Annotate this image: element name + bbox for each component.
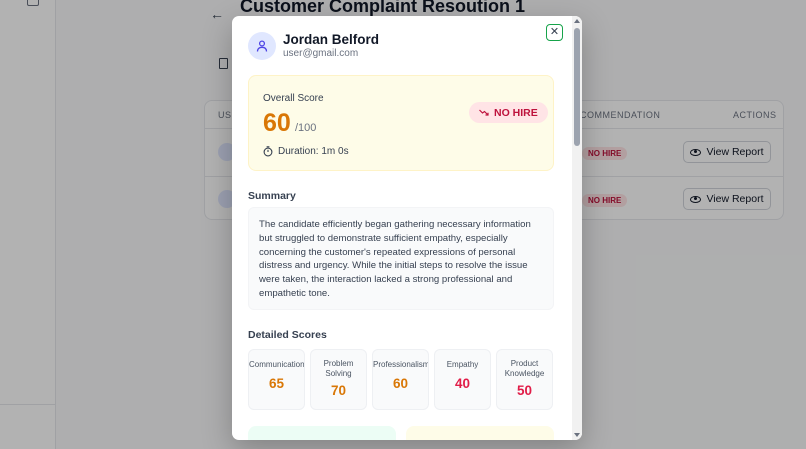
summary-text: The candidate efficiently began gatherin… bbox=[248, 207, 554, 310]
scroll-down-icon[interactable] bbox=[574, 433, 580, 437]
duration-row: Duration: 1m 0s bbox=[263, 146, 349, 157]
score-tile-label: Problem Solving bbox=[323, 359, 354, 378]
stopwatch-icon bbox=[263, 146, 273, 157]
score-tile-value: 70 bbox=[330, 383, 347, 398]
user-email: user@gmail.com bbox=[283, 48, 359, 59]
scroll-thumb[interactable] bbox=[574, 28, 580, 146]
user-icon bbox=[256, 40, 268, 52]
score-tile-value: 60 bbox=[392, 376, 409, 391]
score-tile-problem-solving: Problem Solving 70 bbox=[310, 349, 367, 410]
recommendation-badge: NO HIRE bbox=[469, 102, 548, 123]
duration-text: Duration: 1m 0s bbox=[278, 146, 349, 157]
score-tile-label: Product Knowledge bbox=[504, 359, 545, 378]
user-avatar bbox=[248, 32, 276, 60]
report-modal: ✕ Jordan Belford user@gmail.com Overall … bbox=[232, 16, 582, 440]
detailed-scores-title: Detailed Scores bbox=[248, 329, 327, 341]
strengths-card bbox=[248, 426, 396, 440]
score-tile-value: 40 bbox=[454, 376, 471, 391]
score-tile-professionalism: Professionalism 60 bbox=[372, 349, 429, 410]
score-tile-product-knowledge: Product Knowledge 50 bbox=[496, 349, 553, 410]
overall-score-value: 60 bbox=[263, 109, 291, 137]
modal-scrollbar[interactable] bbox=[572, 16, 582, 440]
improvements-card bbox=[406, 426, 554, 440]
overall-score-max: /100 bbox=[295, 122, 317, 134]
overall-score-label: Overall Score bbox=[263, 93, 324, 104]
overall-score-card: Overall Score 60 /100 Duration: 1m 0s NO… bbox=[248, 75, 554, 171]
score-tile-label: Professionalism bbox=[373, 360, 429, 369]
user-name: Jordan Belford bbox=[283, 32, 380, 47]
score-tile-label: Communication bbox=[249, 360, 305, 369]
score-tile-label: Empathy bbox=[446, 360, 479, 369]
score-tile-value: 50 bbox=[516, 383, 533, 398]
summary-title: Summary bbox=[248, 190, 296, 202]
trending-down-icon bbox=[479, 109, 489, 116]
score-tile-communication: Communication 65 bbox=[248, 349, 305, 410]
score-tile-value: 65 bbox=[268, 376, 285, 391]
recommendation-label: NO HIRE bbox=[494, 106, 538, 119]
close-icon: ✕ bbox=[549, 26, 560, 38]
score-tile-empathy: Empathy 40 bbox=[434, 349, 491, 410]
close-button[interactable]: ✕ bbox=[546, 24, 563, 41]
scroll-up-icon[interactable] bbox=[574, 19, 580, 23]
